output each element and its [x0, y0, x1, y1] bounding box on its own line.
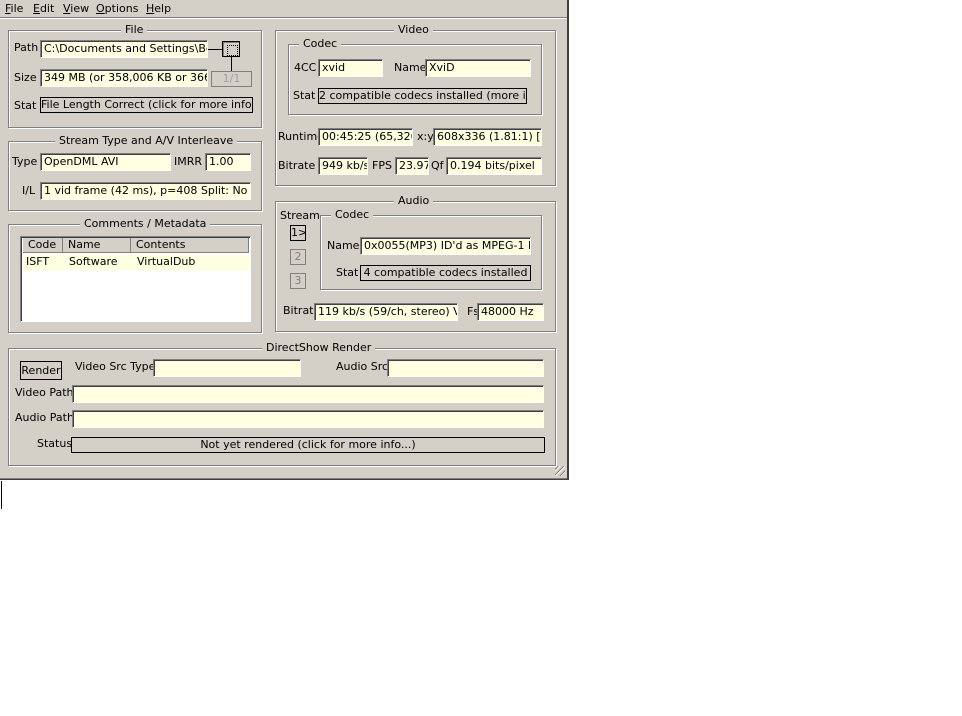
audio-stream-3-button[interactable]: 3: [290, 273, 306, 289]
video-path-field[interactable]: [72, 385, 544, 403]
column-header-contents[interactable]: Contents: [131, 238, 249, 253]
part-button[interactable]: 1/1: [211, 71, 252, 87]
audio-stream-2-button[interactable]: 2: [290, 249, 306, 265]
audio-name-field[interactable]: 0x0055(MP3) ID'd as MPEG-1 Lay: [360, 237, 531, 255]
path-connector: [208, 49, 222, 50]
audio-src-field[interactable]: [387, 359, 544, 377]
size-field[interactable]: 349 MB (or 358,006 KB or 366,59: [40, 69, 208, 87]
video-path-label: Video Path: [15, 386, 74, 399]
column-header-code[interactable]: Code: [23, 238, 63, 253]
il-field[interactable]: 1 vid frame (42 ms), p=408 Split: No: [40, 182, 251, 200]
metadata-list[interactable]: Code Name Contents ISFT Software Virtual…: [20, 236, 251, 322]
audio-src-label: Audio Src: [336, 360, 389, 373]
stat-label: Stat: [14, 99, 37, 112]
cell-contents: VirtualDub: [137, 255, 196, 268]
audio-stat-button[interactable]: 4 compatible codecs installed: [360, 265, 531, 281]
size-label: Size: [14, 71, 37, 84]
render-button[interactable]: Render: [20, 361, 62, 380]
table-row[interactable]: ISFT Software VirtualDub: [23, 254, 249, 270]
imrr-field[interactable]: 1.00: [205, 153, 251, 171]
cell-name: Software: [69, 255, 118, 268]
text-cursor: [1, 481, 2, 509]
audio-codec-group: Codec Name 0x0055(MP3) ID'd as MPEG-1 La…: [320, 208, 542, 290]
xy-field[interactable]: 608x336 (1.81:1) [=38: [433, 128, 542, 146]
menu-edit[interactable]: Edit: [33, 1, 54, 16]
qf-label: Qf: [431, 159, 444, 172]
video-legend: Video: [394, 23, 433, 37]
audio-bitrate-field[interactable]: 119 kb/s (59/ch, stereo) VB: [314, 303, 458, 321]
video-stat-label: Stat: [293, 89, 316, 102]
type-label: Type: [12, 155, 38, 168]
path-field[interactable]: C:\Documents and Settings\Ben\: [40, 40, 208, 58]
menu-separator-highlight: [0, 18, 569, 19]
file-group-legend: File: [121, 23, 148, 37]
gspot-window: File Edit View Options Help File Path C:…: [0, 0, 569, 480]
fs-field[interactable]: 48000 Hz: [477, 303, 544, 321]
audio-stream-1-button[interactable]: 1>: [290, 225, 306, 241]
comments-group: Comments / Metadata Code Name Contents I…: [8, 217, 262, 333]
browse-dots-icon: [227, 45, 238, 56]
video-name-label: Name: [394, 61, 427, 74]
audio-path-field[interactable]: [72, 410, 544, 428]
browse-connector: [231, 57, 232, 71]
video-codec-group: Codec 4CC xvid Name XviD Stat 2 compatib…: [288, 37, 542, 115]
column-header-name[interactable]: Name: [63, 238, 131, 253]
video-codec-legend: Codec: [299, 37, 342, 51]
video-stat-button[interactable]: 2 compatible codecs installed (more info…: [318, 88, 527, 104]
menu-options[interactable]: Options: [96, 1, 138, 16]
menu-file[interactable]: File: [5, 1, 23, 16]
runtime-field[interactable]: 00:45:25 (65,326 fr: [318, 128, 413, 146]
stream-type-legend: Stream Type and A/V Interleave: [55, 134, 238, 148]
video-bitrate-field[interactable]: 949 kb/s: [318, 157, 368, 175]
type-field[interactable]: OpenDML AVI: [40, 153, 171, 171]
audio-codec-legend: Codec: [331, 208, 374, 222]
fps-label: FPS: [372, 159, 392, 172]
video-src-type-field[interactable]: [153, 359, 301, 377]
directshow-group: DirectShow Render Render Video Src Type …: [8, 341, 556, 466]
fourcc-label: 4CC: [294, 61, 317, 74]
comments-legend: Comments / Metadata: [80, 217, 211, 231]
menu-view[interactable]: View: [63, 1, 89, 16]
window-bottom-edge: [0, 479, 569, 480]
audio-path-label: Audio Path: [15, 411, 74, 424]
audio-group: Audio Stream 1> 2 3 Codec Name 0x0055(MP…: [275, 194, 556, 332]
directshow-legend: DirectShow Render: [262, 341, 376, 355]
stream-type-group: Stream Type and A/V Interleave Type Open…: [8, 134, 262, 211]
browse-button[interactable]: [222, 41, 240, 57]
audio-stat-label: Stat: [336, 266, 359, 279]
file-group: File Path C:\Documents and Settings\Ben\…: [8, 23, 262, 128]
qf-field[interactable]: 0.194 bits/pixel: [446, 157, 542, 175]
xy-label: x:y: [417, 130, 434, 143]
ds-status-button[interactable]: Not yet rendered (click for more info...…: [71, 437, 545, 453]
video-src-type-label: Video Src Type: [75, 360, 156, 373]
fourcc-field[interactable]: xvid: [318, 59, 383, 77]
audio-legend: Audio: [394, 194, 434, 208]
menu-bar: File Edit View Options Help: [0, 0, 567, 17]
fps-field[interactable]: 23.97: [395, 157, 429, 175]
menu-help[interactable]: Help: [146, 1, 171, 16]
video-group: Video Codec 4CC xvid Name XviD Stat 2 co…: [275, 23, 556, 186]
ds-status-label: Status: [37, 437, 73, 450]
cell-code: ISFT: [26, 255, 50, 268]
stream-label: Stream: [280, 209, 320, 222]
video-bitrate-label: Bitrate: [278, 159, 316, 172]
il-label: I/L: [22, 184, 36, 197]
file-stat-button[interactable]: File Length Correct (click for more info…: [40, 97, 253, 113]
audio-name-label: Name: [327, 239, 360, 252]
resize-grip-icon[interactable]: [555, 466, 565, 476]
imrr-label: IMRR: [174, 155, 203, 168]
video-name-field[interactable]: XviD: [425, 59, 531, 77]
path-label: Path: [14, 41, 39, 54]
